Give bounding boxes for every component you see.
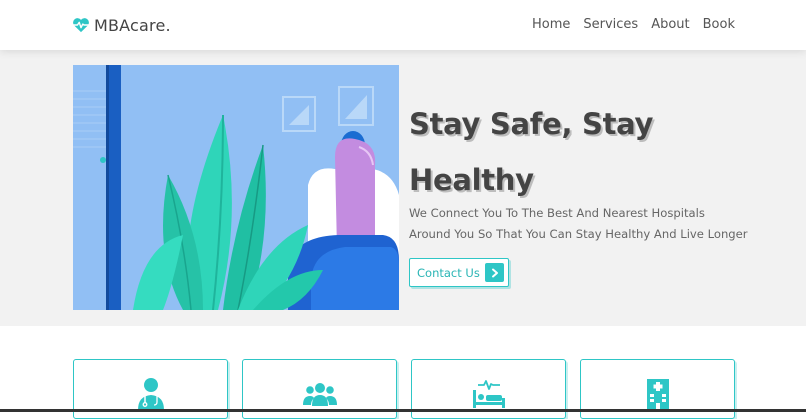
doctor-icon xyxy=(138,378,164,410)
site-header: MBAcare. Home Services About Book xyxy=(0,0,806,50)
hospital-building-icon xyxy=(647,379,669,410)
logo[interactable]: MBAcare. xyxy=(72,13,171,37)
hospital-bed-icon xyxy=(473,380,505,408)
heartbeat-icon xyxy=(73,18,89,33)
hero-section: Stay Safe, Stay Healthy We Connect You T… xyxy=(0,50,806,326)
services-section xyxy=(0,326,806,419)
users-icon xyxy=(303,383,337,406)
nav-home[interactable]: Home xyxy=(532,16,570,34)
hero-description: We Connect You To The Best And Nearest H… xyxy=(409,206,748,241)
chevron-right-icon xyxy=(485,263,504,282)
contact-us-button[interactable]: Contact Us xyxy=(409,258,509,287)
nav-book[interactable]: Book xyxy=(703,16,735,34)
logo-text: MBAcare. xyxy=(94,15,171,35)
nav-about[interactable]: About xyxy=(651,16,689,34)
hero-illustration xyxy=(73,65,399,310)
contact-us-label: Contact Us xyxy=(417,265,480,280)
hero-title: Stay Safe, Stay Healthy xyxy=(409,107,654,197)
main-nav: Home Services About Book xyxy=(519,16,735,34)
nav-services[interactable]: Services xyxy=(583,16,638,34)
